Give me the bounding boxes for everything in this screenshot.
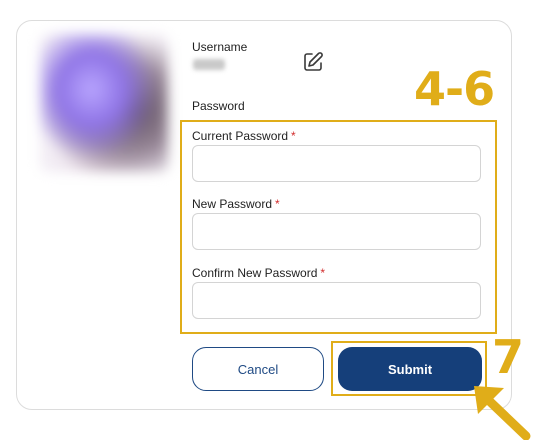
password-section-label: Password (192, 99, 245, 113)
username-value-blurred (193, 59, 225, 70)
current-password-label: Current Password * (192, 129, 296, 143)
required-mark: * (320, 266, 326, 280)
username-label: Username (192, 40, 248, 54)
confirm-password-input[interactable] (192, 282, 481, 319)
edit-icon (304, 52, 323, 71)
required-mark: * (275, 197, 280, 211)
annotation-step-4-6: 4-6 (414, 62, 495, 116)
edit-username-button[interactable] (301, 50, 325, 74)
required-mark: * (291, 129, 296, 143)
cancel-button[interactable]: Cancel (192, 347, 324, 391)
annotation-step-7: 7 (492, 330, 525, 384)
arrow-pointer-icon (474, 386, 531, 440)
avatar (40, 34, 168, 172)
annotation-submit-box (331, 341, 487, 396)
confirm-password-label: Confirm New Password * (192, 266, 326, 280)
new-password-label: New Password * (192, 197, 280, 211)
current-password-input[interactable] (192, 145, 481, 182)
new-password-input[interactable] (192, 213, 481, 250)
